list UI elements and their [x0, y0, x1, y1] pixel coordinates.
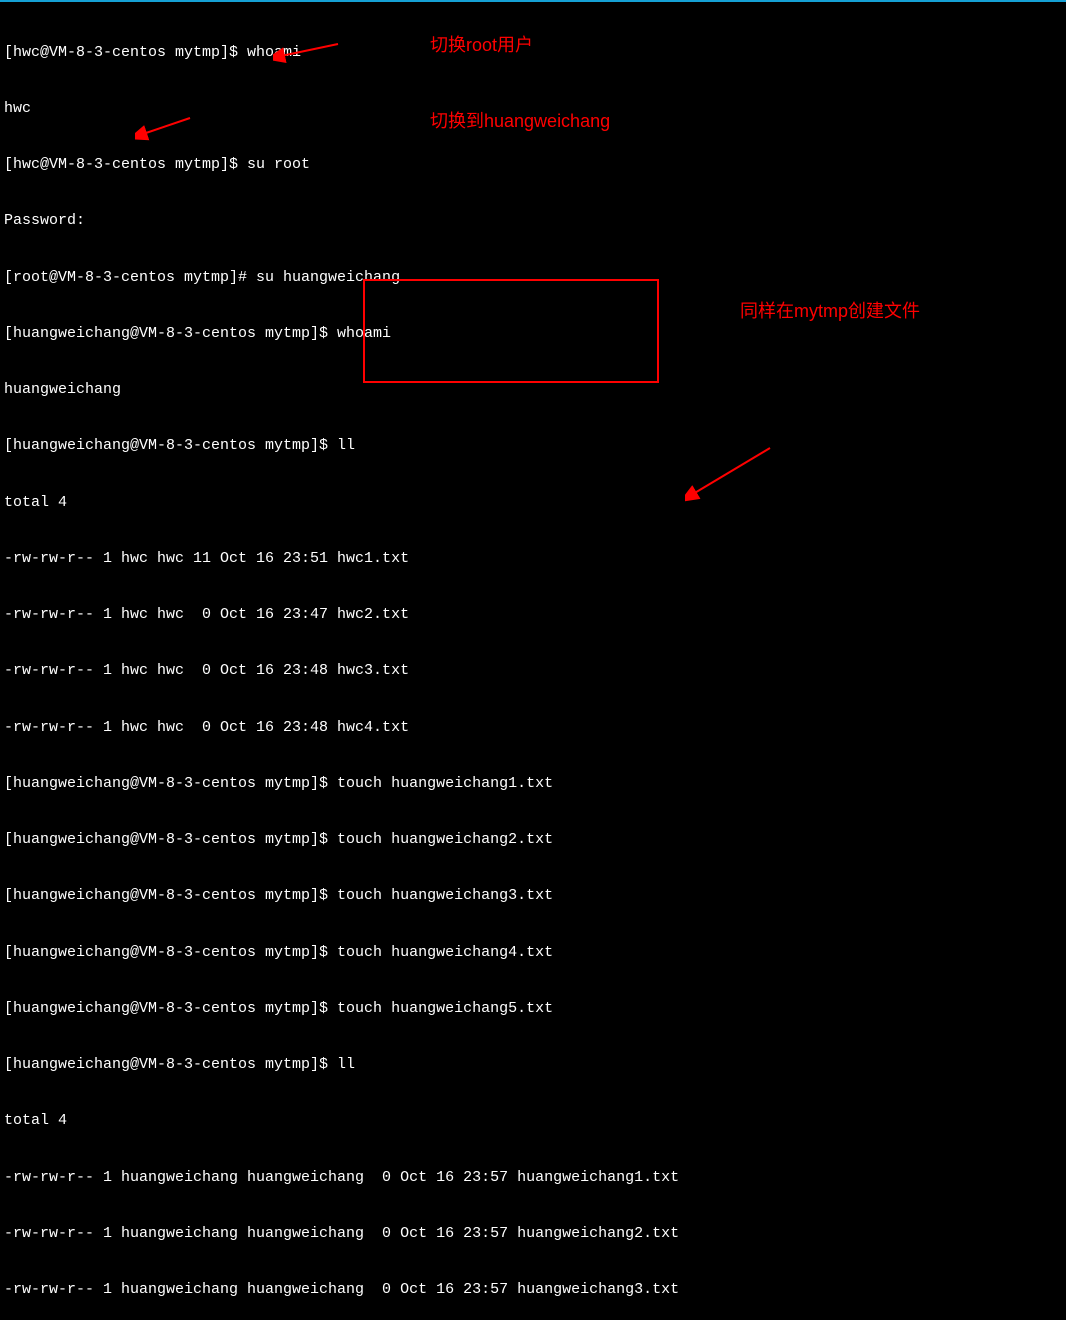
terminal-line: [huangweichang@VM-8-3-centos mytmp]$ who…	[4, 325, 1062, 344]
terminal-line: [huangweichang@VM-8-3-centos mytmp]$ ll	[4, 437, 1062, 456]
terminal-line: [huangweichang@VM-8-3-centos mytmp]$ tou…	[4, 944, 1062, 963]
terminal-output[interactable]: [hwc@VM-8-3-centos mytmp]$ whoami hwc [h…	[4, 6, 1062, 1320]
terminal-line: -rw-rw-r-- 1 huangweichang huangweichang…	[4, 1225, 1062, 1244]
terminal-line: Password:	[4, 212, 1062, 231]
terminal-line: -rw-rw-r-- 1 huangweichang huangweichang…	[4, 1281, 1062, 1300]
terminal-line: [hwc@VM-8-3-centos mytmp]$ su root	[4, 156, 1062, 175]
terminal-line: [huangweichang@VM-8-3-centos mytmp]$ tou…	[4, 775, 1062, 794]
terminal-line: hwc	[4, 100, 1062, 119]
terminal-line: -rw-rw-r-- 1 hwc hwc 11 Oct 16 23:51 hwc…	[4, 550, 1062, 569]
terminal-line: [huangweichang@VM-8-3-centos mytmp]$ tou…	[4, 831, 1062, 850]
terminal-line: [huangweichang@VM-8-3-centos mytmp]$ ll	[4, 1056, 1062, 1075]
terminal-line: -rw-rw-r-- 1 hwc hwc 0 Oct 16 23:48 hwc4…	[4, 719, 1062, 738]
terminal-line: [huangweichang@VM-8-3-centos mytmp]$ tou…	[4, 887, 1062, 906]
terminal-line: total 4	[4, 1112, 1062, 1131]
terminal-line: [root@VM-8-3-centos mytmp]# su huangweic…	[4, 269, 1062, 288]
terminal-line: [huangweichang@VM-8-3-centos mytmp]$ tou…	[4, 1000, 1062, 1019]
terminal-line: -rw-rw-r-- 1 hwc hwc 0 Oct 16 23:48 hwc3…	[4, 662, 1062, 681]
terminal-line: total 4	[4, 494, 1062, 513]
terminal-line: huangweichang	[4, 381, 1062, 400]
terminal-line: -rw-rw-r-- 1 huangweichang huangweichang…	[4, 1169, 1062, 1188]
terminal-line: -rw-rw-r-- 1 hwc hwc 0 Oct 16 23:47 hwc2…	[4, 606, 1062, 625]
terminal-line: [hwc@VM-8-3-centos mytmp]$ whoami	[4, 44, 1062, 63]
